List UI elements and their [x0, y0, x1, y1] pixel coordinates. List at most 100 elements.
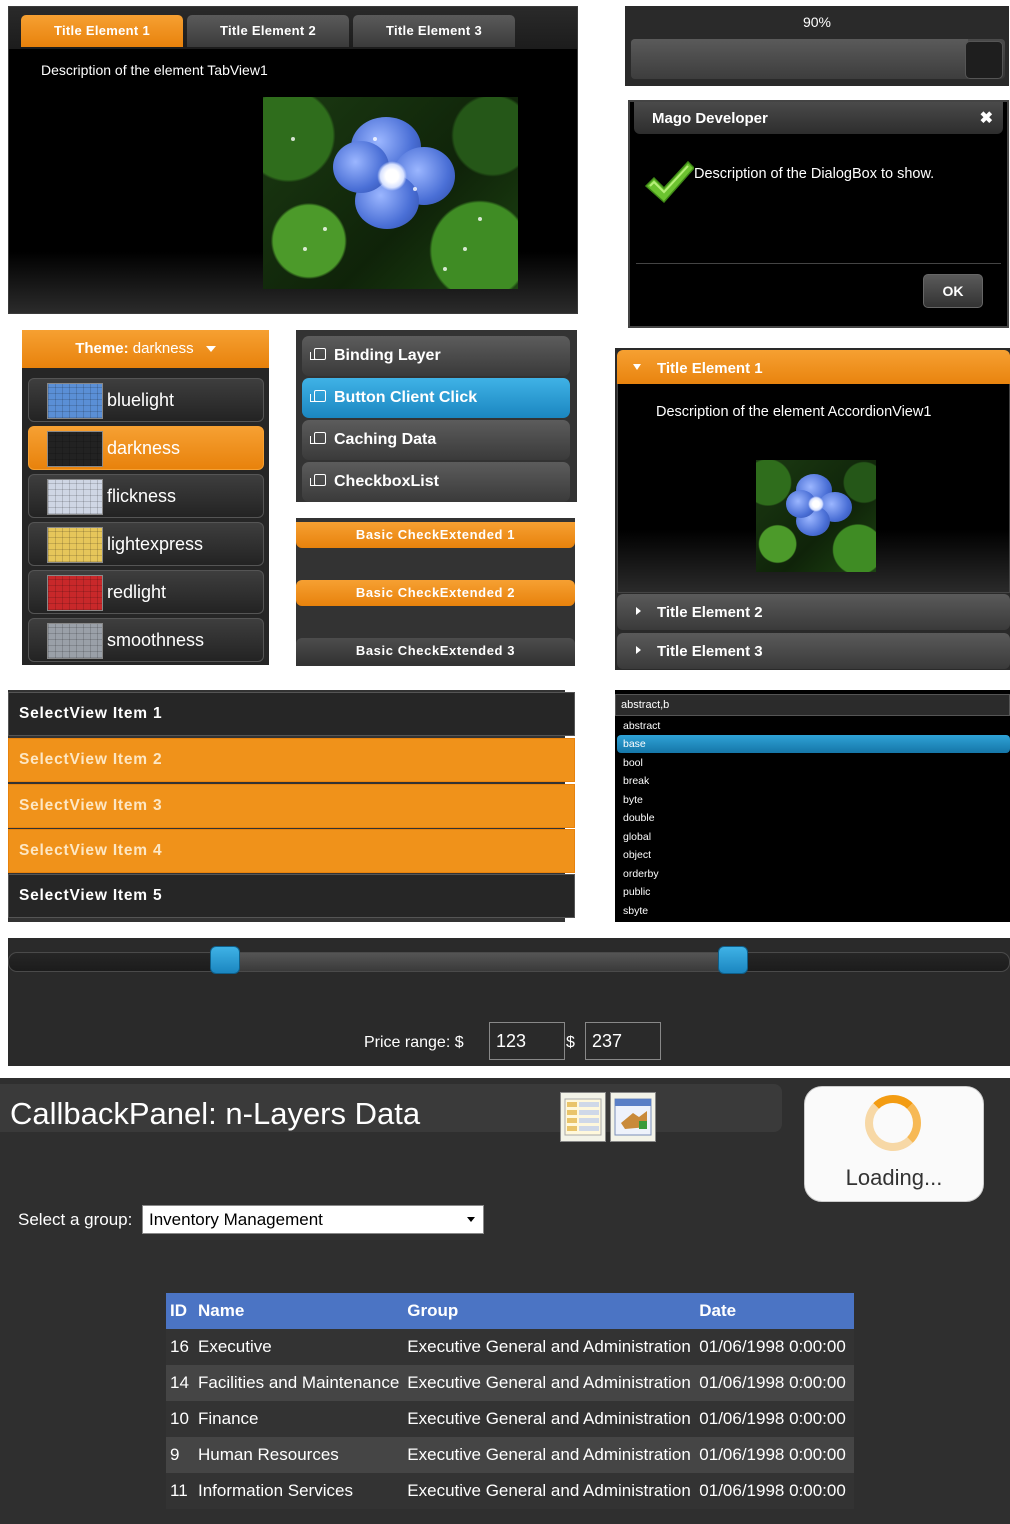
accordion-view: Title Element 1 Description of the eleme…: [615, 348, 1010, 670]
cell-id: 14: [166, 1365, 194, 1401]
select-view: SelectView Item 1 SelectView Item 2 Sele…: [8, 690, 575, 922]
theme-name: darkness: [107, 438, 181, 458]
chevron-down-icon: [467, 1217, 475, 1222]
selectview-item-5[interactable]: SelectView Item 5: [8, 874, 575, 918]
tab-title-element-3[interactable]: Title Element 3: [353, 15, 515, 47]
check-extended-1[interactable]: Basic CheckExtended 1: [296, 522, 575, 548]
cell-date: 01/06/1998 0:00:00: [695, 1437, 854, 1473]
dialog-separator: [636, 263, 1001, 264]
theme-item-lightexpress[interactable]: lightexpress: [28, 522, 264, 566]
table-row[interactable]: 14 Facilities and Maintenance Executive …: [166, 1365, 854, 1401]
autocomplete-option[interactable]: object: [617, 846, 1010, 864]
theme-thumbnail: [47, 431, 103, 467]
form-edit-icon[interactable]: [610, 1092, 656, 1142]
column-header-group[interactable]: Group: [403, 1293, 696, 1329]
price-range-slider: Price range: $ 123 $ 237: [8, 938, 1010, 1066]
autocomplete-input[interactable]: abstract,b: [615, 694, 1010, 716]
cell-date: 01/06/1998 0:00:00: [695, 1329, 854, 1365]
column-header-date[interactable]: Date: [695, 1293, 854, 1329]
autocomplete-option[interactable]: global: [617, 828, 1010, 846]
progress-handle[interactable]: [965, 41, 1003, 79]
accordion-header-1[interactable]: Title Element 1: [617, 350, 1010, 386]
theme-dropdown-header[interactable]: Theme: darkness: [22, 330, 269, 368]
selectview-item-1[interactable]: SelectView Item 1: [8, 692, 575, 736]
theme-item-darkness[interactable]: darkness: [28, 426, 264, 470]
theme-value: darkness: [132, 340, 194, 357]
range-selection: [225, 953, 733, 971]
price-range-label: Price range: $: [364, 1034, 464, 1052]
range-handle-low[interactable]: [210, 946, 240, 974]
theme-name: redlight: [107, 582, 167, 602]
check-extended-2[interactable]: Basic CheckExtended 2: [296, 580, 575, 606]
table-row[interactable]: 9 Human Resources Executive General and …: [166, 1437, 854, 1473]
group-select[interactable]: Inventory Management: [142, 1205, 484, 1234]
accordion-title: Title Element 3: [657, 643, 763, 660]
cell-group: Executive General and Administration: [403, 1437, 696, 1473]
accordion-header-3[interactable]: Title Element 3: [617, 633, 1010, 669]
chevron-down-icon: [205, 346, 216, 353]
table-row[interactable]: 10 Finance Executive General and Adminis…: [166, 1401, 854, 1437]
cell-date: 01/06/1998 0:00:00: [695, 1365, 854, 1401]
accordion-title: Title Element 1: [657, 360, 763, 377]
button-client-click-button[interactable]: Button Client Click: [302, 378, 570, 418]
callback-titlebar: CallbackPanel: n-Layers Data: [0, 1084, 782, 1142]
checkboxlist-button[interactable]: CheckboxList: [302, 462, 570, 502]
cell-id: 11: [166, 1473, 194, 1509]
autocomplete-option[interactable]: orderby: [617, 865, 1010, 883]
autocomplete-option[interactable]: byte: [617, 791, 1010, 809]
flower-image: [263, 97, 518, 289]
list-view-icon[interactable]: [560, 1092, 606, 1142]
autocomplete-option[interactable]: break: [617, 772, 1010, 790]
progress-fill: [631, 39, 968, 79]
progress-label: 90%: [802, 14, 832, 30]
price-range-text: Price range:: [364, 1034, 451, 1051]
selectview-item-2[interactable]: SelectView Item 2: [8, 738, 575, 782]
tabview-panel: Title Element 1 Title Element 2 Title El…: [8, 6, 578, 314]
column-header-name[interactable]: Name: [194, 1293, 404, 1329]
button-label: Caching Data: [334, 431, 437, 448]
theme-item-flickness[interactable]: flickness: [28, 474, 264, 518]
group-label: Select a group:: [18, 1210, 133, 1229]
autocomplete-option[interactable]: bool: [617, 754, 1010, 772]
progress-track: [631, 39, 1005, 79]
accordion-title: Title Element 2: [657, 604, 763, 621]
theme-item-bluelight[interactable]: bluelight: [28, 378, 264, 422]
close-icon[interactable]: ✖: [980, 108, 993, 128]
autocomplete-option[interactable]: double: [617, 809, 1010, 827]
currency-symbol: $: [566, 1034, 575, 1051]
currency-symbol: $: [454, 1034, 464, 1051]
theme-item-redlight[interactable]: redlight: [28, 570, 264, 614]
theme-label: Theme:: [75, 340, 129, 357]
autocomplete-option[interactable]: sbyte: [617, 902, 1010, 920]
price-high-input[interactable]: 237: [585, 1022, 661, 1060]
column-header-id[interactable]: ID: [166, 1293, 194, 1329]
loading-text: Loading...: [845, 1165, 943, 1190]
dialog-message: Description of the DialogBox to show.: [694, 166, 935, 182]
selectview-item-3[interactable]: SelectView Item 3: [8, 784, 575, 828]
accordion-body: Description of the element AccordionView…: [617, 384, 1010, 593]
theme-thumbnail: [47, 623, 103, 659]
caching-data-button[interactable]: Caching Data: [302, 420, 570, 460]
theme-item-smoothness[interactable]: smoothness: [28, 618, 264, 662]
selectview-item-4[interactable]: SelectView Item 4: [8, 829, 575, 873]
ok-button[interactable]: OK: [923, 274, 983, 308]
tab-title-element-2[interactable]: Title Element 2: [187, 15, 349, 47]
cell-id: 16: [166, 1329, 194, 1365]
accordion-header-2[interactable]: Title Element 2: [617, 594, 1010, 630]
price-low-input[interactable]: 123: [489, 1022, 565, 1060]
table-row[interactable]: 16 Executive Executive General and Admin…: [166, 1329, 854, 1365]
window-icon: [310, 432, 326, 444]
autocomplete-option[interactable]: abstract: [617, 717, 1010, 735]
autocomplete-panel: abstract,b abstract base bool break byte…: [615, 690, 1010, 922]
autocomplete-option[interactable]: public: [617, 883, 1010, 901]
range-handle-high[interactable]: [718, 946, 748, 974]
table-row[interactable]: 11 Information Services Executive Genera…: [166, 1473, 854, 1509]
binding-layer-button[interactable]: Binding Layer: [302, 336, 570, 376]
tab-title-element-1[interactable]: Title Element 1: [21, 15, 183, 47]
check-extended-3[interactable]: Basic CheckExtended 3: [296, 638, 575, 664]
button-label: Binding Layer: [334, 347, 441, 364]
window-icon: [310, 390, 326, 402]
autocomplete-option-selected[interactable]: base: [617, 735, 1010, 753]
dialog-box: Mago Developer ✖ Description of the Dial…: [628, 100, 1009, 328]
dialog-title: Mago Developer: [652, 110, 768, 127]
